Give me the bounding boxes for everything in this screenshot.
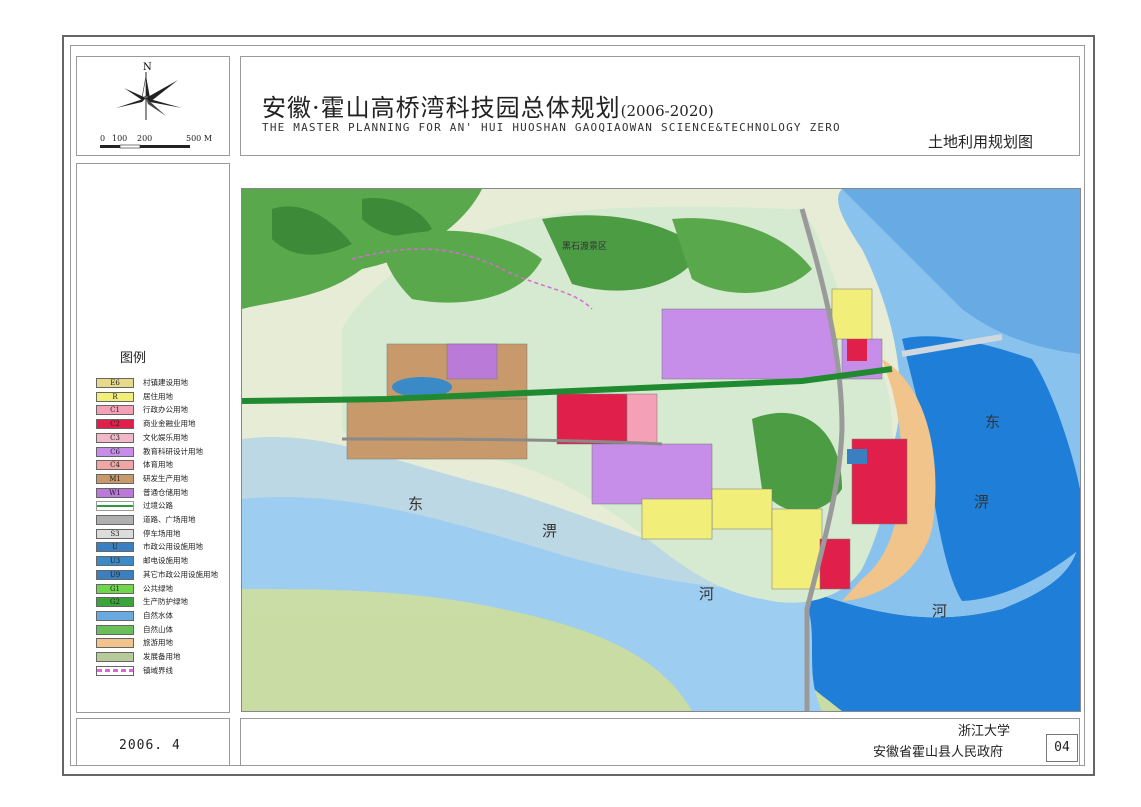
legend-swatch xyxy=(96,610,134,621)
legend-label: 过境公路 xyxy=(143,501,173,511)
legend-swatch: C1 xyxy=(96,405,134,416)
legend-swatch: U3 xyxy=(96,556,134,567)
legend-swatch: C4 xyxy=(96,460,134,471)
legend-label: 旅游用地 xyxy=(143,638,173,648)
map-canvas: 东 淠 河 东 淠 河 黑石渡景区 xyxy=(242,189,1080,711)
parcel-residential-4 xyxy=(831,288,873,340)
legend-swatch: R xyxy=(96,391,134,402)
legend-swatch: C6 xyxy=(96,446,134,457)
compass-rose-icon: N xyxy=(116,62,182,120)
parcel-education-2 xyxy=(591,443,713,505)
legend-label: 发展备用地 xyxy=(143,652,181,661)
drawing-date: 2006. 4 xyxy=(119,738,181,753)
legend-label: 教育科研设计用地 xyxy=(143,446,203,456)
legend-label: 道路、广场用地 xyxy=(143,515,196,524)
legend-label: 停车场用地 xyxy=(143,528,181,538)
legend-label: 公共绿地 xyxy=(143,583,173,593)
legend-swatch: M1 xyxy=(96,473,134,484)
legend-swatch: G1 xyxy=(96,583,134,594)
legend-label: 研发生产用地 xyxy=(143,473,188,483)
sheet-number: 04 xyxy=(1046,734,1078,762)
legend-swatch: W1 xyxy=(96,487,134,498)
legend-label: 商业金融业用地 xyxy=(143,419,196,429)
scale-label-100: 100 xyxy=(112,134,128,143)
legend-label: 自然山体 xyxy=(143,624,173,634)
north-label: N xyxy=(143,62,152,73)
label-scenic-area: 黑石渡景区 xyxy=(562,240,607,252)
label-river-he-1: 河 xyxy=(699,585,714,603)
title-years: (2006-2020) xyxy=(620,102,714,120)
legend-label: 行政办公用地 xyxy=(143,405,188,415)
legend-title: 图例 xyxy=(120,351,147,366)
legend-swatch xyxy=(96,501,134,512)
scale-label-0: 0 xyxy=(100,134,106,143)
legend-swatch xyxy=(96,665,134,676)
parcel-admin xyxy=(626,393,658,445)
legend-swatch xyxy=(96,515,134,525)
scale-label-500: 500 M xyxy=(186,134,213,143)
legend-swatch: C2 xyxy=(96,419,134,430)
title-chinese: 安徽·霍山高桥湾科技园总体规划(2006-2020) xyxy=(262,88,714,123)
map-subtitle: 土地利用规划图 xyxy=(928,133,1034,151)
label-river-wei-2: 淠 xyxy=(974,493,989,511)
parcel-utility xyxy=(847,449,867,464)
org-huoshan-government: 安徽省霍山县人民政府 xyxy=(873,745,1004,760)
legend-swatch xyxy=(96,638,134,649)
legend-label: 自然水体 xyxy=(143,610,173,620)
legend-swatch: U xyxy=(96,542,134,553)
title-main: 安徽·霍山高桥湾科技园总体规划 xyxy=(262,94,621,122)
legend-label: 生产防护绿地 xyxy=(143,597,188,607)
parcel-residential-3 xyxy=(641,498,713,540)
parcel-commercial-1 xyxy=(556,393,628,445)
legend-swatch: C3 xyxy=(96,432,134,443)
parcel-commercial-4 xyxy=(847,339,867,361)
label-river-east-1: 东 xyxy=(408,495,423,513)
legend-swatch xyxy=(96,652,134,662)
legend-swatch: U9 xyxy=(96,569,134,580)
parcel-warehouse xyxy=(446,343,498,380)
legend-swatch: G2 xyxy=(96,597,134,608)
parcel-rd-southwest xyxy=(346,398,528,460)
org-zhejiang-university: 浙江大学 xyxy=(958,724,1011,739)
label-river-east-2: 东 xyxy=(985,413,1000,431)
scale-bar xyxy=(100,144,190,149)
label-river-he-2: 河 xyxy=(932,602,947,620)
scale-label-200: 200 xyxy=(137,134,153,143)
parcel-residential-1 xyxy=(711,488,773,530)
label-river-wei-1: 淠 xyxy=(542,522,557,540)
legend-label: 村镇建设用地 xyxy=(143,378,188,387)
legend-swatch xyxy=(96,624,134,635)
legend-label: 市政公用设施用地 xyxy=(143,542,203,552)
legend-label: 文化娱乐用地 xyxy=(143,432,188,442)
parcel-education-1 xyxy=(661,308,838,380)
legend-swatch: S3 xyxy=(96,528,134,539)
legend-label: 镇域界线 xyxy=(143,665,173,675)
title-english: THE MASTER PLANNING FOR AN' HUI HUOSHAN … xyxy=(262,121,841,134)
legend-label: 体育用地 xyxy=(143,460,173,470)
land-use-map: 东 淠 河 东 淠 河 黑石渡景区 xyxy=(241,188,1081,712)
legend-label: 普通仓储用地 xyxy=(143,487,188,497)
legend-swatch: E6 xyxy=(96,378,134,388)
legend-label: 居住用地 xyxy=(143,391,173,401)
legend-label: 邮电设施用地 xyxy=(143,556,188,566)
legend-label: 其它市政公用设施用地 xyxy=(143,569,218,579)
